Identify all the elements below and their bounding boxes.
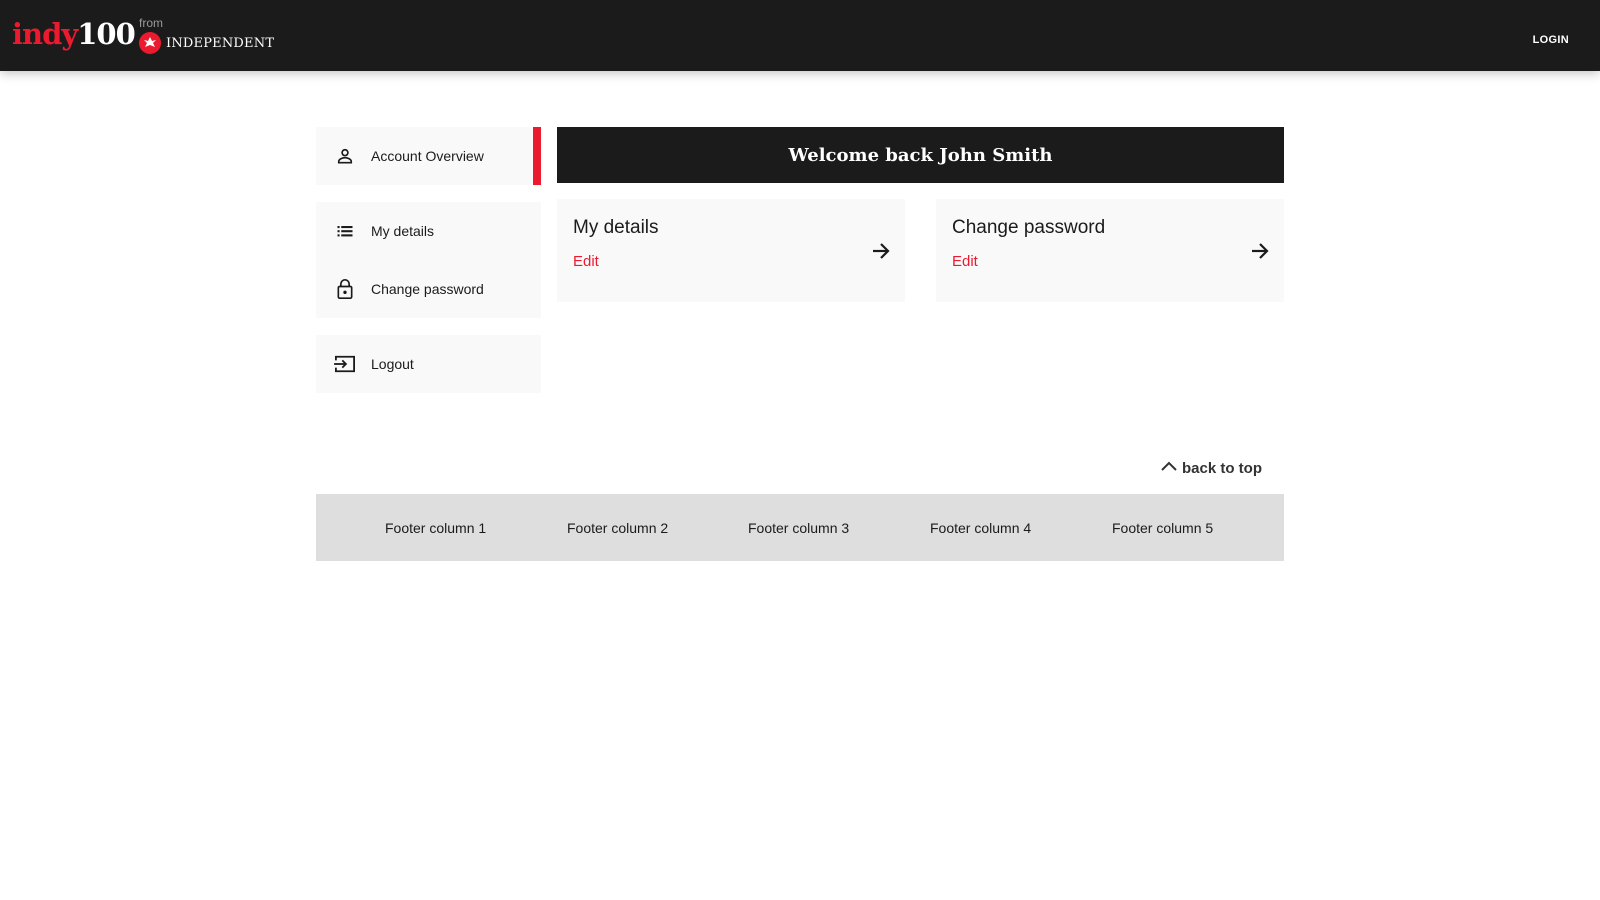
arrow-right-icon[interactable] (871, 241, 891, 266)
arrow-right-icon[interactable] (1250, 241, 1270, 266)
card-title: My details (573, 217, 659, 238)
from-label: from (139, 16, 163, 30)
sidebar-item-label: Change password (371, 281, 484, 297)
account-cards: My details Edit Change password Edit (557, 199, 1284, 302)
sidebar-item-label: My details (371, 223, 435, 239)
lock-icon (333, 277, 357, 301)
footer-column-3[interactable]: Footer column 3 (748, 520, 849, 536)
card-my-details[interactable]: My details Edit (557, 199, 905, 302)
sidebar-item-account-overview[interactable]: Account Overview (316, 127, 541, 185)
login-link[interactable]: LOGIN (1533, 34, 1569, 46)
edit-link[interactable]: Edit (952, 253, 978, 270)
eagle-icon (139, 32, 161, 54)
independent-logo[interactable]: INDEPENDENT (139, 32, 274, 54)
list-icon (333, 219, 357, 243)
footer-column-4[interactable]: Footer column 4 (930, 520, 1031, 536)
person-icon (333, 144, 357, 168)
independent-wordmark: INDEPENDENT (166, 35, 275, 51)
back-to-top-link[interactable]: back to top (1160, 459, 1262, 477)
sidebar-group-settings: My details Change password (316, 202, 541, 318)
edit-link[interactable]: Edit (573, 253, 599, 270)
site-footer: Footer column 1 Footer column 2 Footer c… (316, 494, 1284, 561)
back-to-top-label: back to top (1182, 459, 1263, 477)
sidebar-item-label: Account Overview (371, 148, 484, 164)
sidebar-item-logout[interactable]: Logout (316, 335, 541, 393)
sidebar-item-my-details[interactable]: My details (316, 202, 541, 260)
footer-column-2[interactable]: Footer column 2 (567, 520, 668, 536)
sidebar-item-change-password[interactable]: Change password (316, 260, 541, 318)
account-sidebar: Account Overview My details Change passw… (316, 127, 541, 410)
welcome-banner: Welcome back John Smith (557, 127, 1284, 183)
card-title: Change password (952, 217, 1106, 238)
footer-column-1[interactable]: Footer column 1 (385, 520, 486, 536)
account-main: Welcome back John Smith My details Edit … (557, 127, 1284, 302)
card-change-password[interactable]: Change password Edit (936, 199, 1284, 302)
site-header: indy100 from INDEPENDENT LOGIN (0, 0, 1600, 71)
logo-wordmark: indy100 (12, 17, 136, 51)
footer-column-5[interactable]: Footer column 5 (1112, 520, 1213, 536)
chevron-up-icon (1160, 459, 1178, 477)
sidebar-item-label: Logout (371, 356, 414, 372)
independent-attribution: from INDEPENDENT (139, 16, 274, 54)
logout-icon (333, 352, 357, 376)
sidebar-group-overview: Account Overview (316, 127, 541, 185)
sidebar-group-logout: Logout (316, 335, 541, 393)
indy100-logo[interactable]: indy100 (12, 16, 136, 52)
